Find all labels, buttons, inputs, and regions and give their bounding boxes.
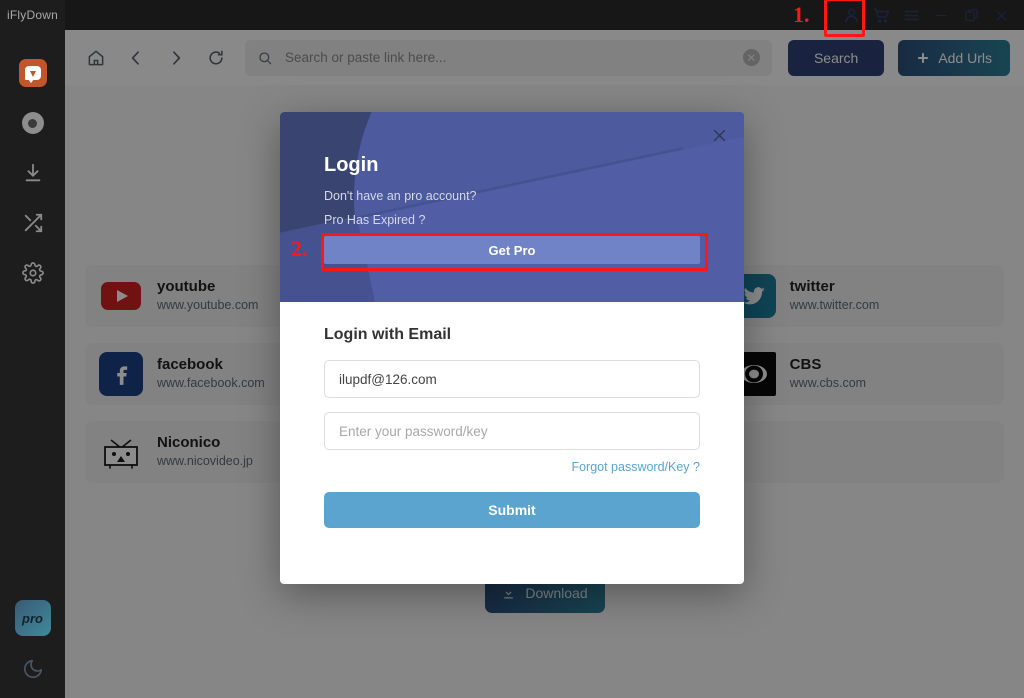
gear-icon — [21, 262, 44, 284]
app-brand-title: iFlyDown — [0, 0, 65, 30]
sidebar-item-downloads[interactable] — [0, 148, 65, 198]
downloads-icon — [25, 163, 40, 182]
email-field[interactable] — [324, 360, 700, 398]
modal-title: Login — [324, 154, 379, 176]
sidebar-item-settings[interactable] — [0, 248, 65, 298]
bubble-shape — [24, 66, 41, 83]
close-icon — [713, 129, 725, 141]
login-form-title: Login with Email — [324, 326, 452, 343]
sidebar-item-convert[interactable] — [0, 198, 65, 248]
app-window: iFlyDown pro Search or paste link here..… — [0, 0, 1024, 698]
submit-button[interactable]: Submit — [324, 492, 700, 528]
pro-badge[interactable]: pro — [14, 600, 51, 636]
moon-icon[interactable] — [22, 658, 44, 680]
modal-subtitle-2: Pro Has Expired ? — [324, 213, 426, 227]
sidebar-bottom: pro — [14, 600, 51, 698]
get-pro-button[interactable]: Get Pro — [324, 236, 700, 264]
password-field[interactable] — [324, 412, 700, 450]
app-logo-icon — [18, 59, 47, 87]
login-form: Login with Email Forgot password/Key ? S… — [280, 302, 744, 528]
modal-close-button[interactable] — [706, 122, 732, 148]
sidebar-item-app-logo[interactable] — [0, 48, 65, 98]
shuffle-icon — [24, 213, 42, 233]
login-modal: Login Don't have an pro account? Pro Has… — [280, 112, 744, 584]
login-modal-header-text: Login Don't have an pro account? Pro Has… — [280, 112, 744, 227]
browser-icon — [21, 112, 44, 134]
sidebar: iFlyDown pro — [0, 0, 65, 698]
sidebar-nav — [0, 48, 65, 298]
download-arrow-shape — [29, 70, 36, 77]
sidebar-item-browser[interactable] — [0, 98, 65, 148]
forgot-password-link[interactable]: Forgot password/Key ? — [324, 460, 700, 474]
modal-subtitle: Don't have an pro account? — [324, 189, 477, 203]
login-modal-header: Login Don't have an pro account? Pro Has… — [280, 112, 744, 302]
